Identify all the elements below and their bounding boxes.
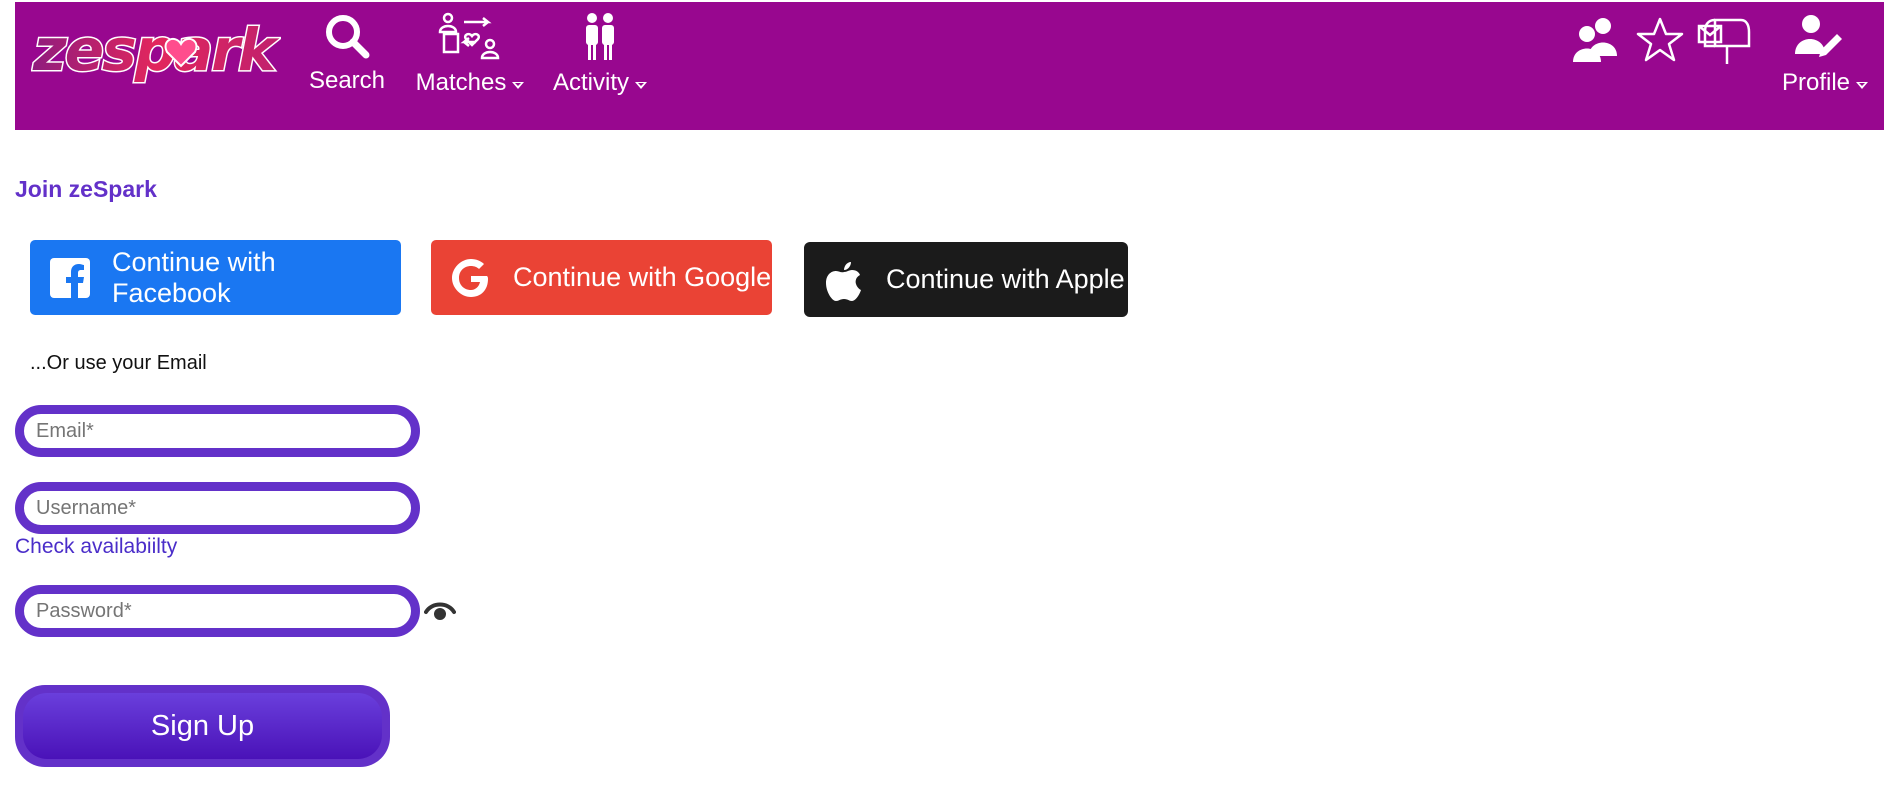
zespark-logo[interactable]: zespark [31,14,284,86]
sign-up-button[interactable]: Sign Up [15,685,390,767]
facebook-icon [50,257,90,298]
username-field[interactable] [15,482,420,534]
search-icon [326,15,370,59]
matches-icon [438,12,500,60]
apple-icon [826,261,861,301]
star-icon [1636,17,1684,62]
mailbox-icon [1697,18,1751,64]
sign-up-button-label: Sign Up [23,693,382,759]
google-icon [452,258,488,297]
nav-profile[interactable]: Profile [1775,14,1875,124]
top-navigation-bar: zespark Search Matches Activity Profile [15,2,1884,130]
password-field[interactable] [15,585,420,637]
activity-icon [586,13,614,60]
messages-button[interactable] [1697,16,1751,71]
nav-matches-label: Matches [415,69,507,96]
continue-with-facebook-button[interactable]: Continue with Facebook [30,240,401,315]
page-title: Join zeSpark [15,176,157,202]
apple-button-label: Continue with Apple [886,264,1125,294]
nav-search-label: Search [308,67,386,94]
email-section-label: ...Or use your Email [30,352,207,374]
chevron-down-icon [635,82,647,90]
check-availability-link[interactable]: Check availabiilty [15,535,177,559]
logo-graphic: zespark [31,15,284,86]
google-button-label: Continue with Google [513,262,772,292]
profile-edit-icon [1795,15,1842,57]
nav-activity[interactable]: Activity [545,12,655,122]
email-field[interactable] [15,405,420,457]
continue-with-google-button[interactable]: Continue with Google [431,240,772,315]
friends-icon [1573,18,1617,62]
nav-profile-label: Profile [1781,69,1851,96]
friends-button[interactable] [1573,16,1619,67]
nav-matches[interactable]: Matches [405,12,535,122]
password-toggle-button[interactable] [424,598,456,624]
chevron-down-icon [1856,82,1869,90]
facebook-button-label: Continue with Facebook [112,246,276,308]
chevron-down-icon [512,82,525,90]
nav-search[interactable]: Search [297,12,397,122]
favorites-button[interactable] [1635,16,1685,69]
nav-activity-label: Activity [552,69,629,96]
continue-with-apple-button[interactable]: Continue with Apple [804,242,1128,317]
logo-lettering: zespark [32,16,280,84]
eye-icon [424,602,456,620]
